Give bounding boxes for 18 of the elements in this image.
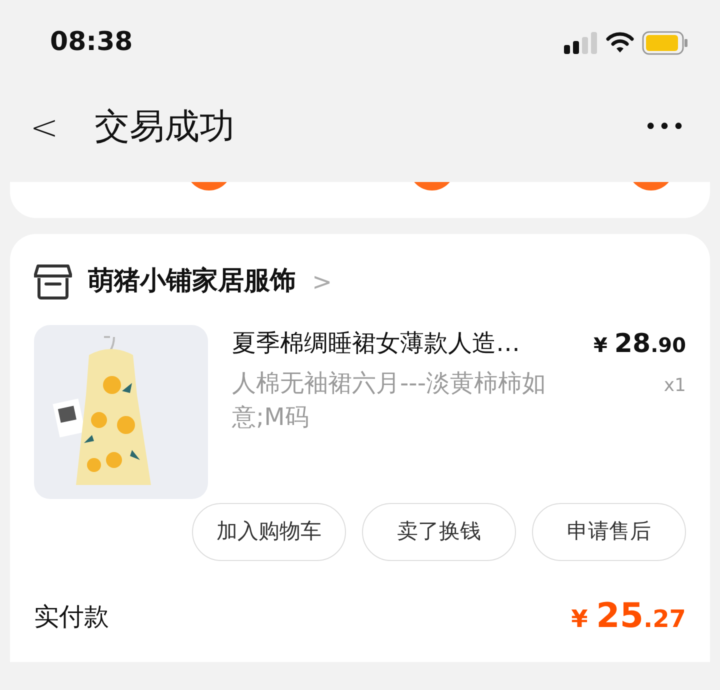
product-spec: 人棉无袖裙六月---淡黄柿柿如意;M码 — [232, 368, 547, 433]
clock-text: 08:38 — [50, 26, 133, 59]
action-button[interactable]: 申请售后 — [532, 503, 686, 561]
paid-label: 实付款 — [34, 600, 109, 633]
shop-icon — [34, 264, 72, 300]
shop-name[interactable]: 萌猪小铺家居服饰 — [88, 262, 296, 301]
quantity-text: x1 — [662, 374, 686, 398]
back-button[interactable]: < — [30, 110, 58, 144]
price-text: ¥ 28.90 — [593, 328, 686, 361]
action-button[interactable]: 卖了换钱 — [362, 503, 516, 561]
signal-icon — [564, 32, 598, 54]
page-title: 交易成功 — [94, 106, 234, 150]
product-title[interactable]: 夏季棉绸睡裙女薄款人造… — [232, 325, 570, 361]
wifi-icon — [606, 32, 634, 54]
more-button[interactable]: ••• — [638, 110, 692, 145]
battery-icon — [642, 30, 688, 54]
paid-amount: ¥ 25.27 — [571, 595, 686, 638]
action-button[interactable]: 加入购物车 — [192, 503, 346, 561]
